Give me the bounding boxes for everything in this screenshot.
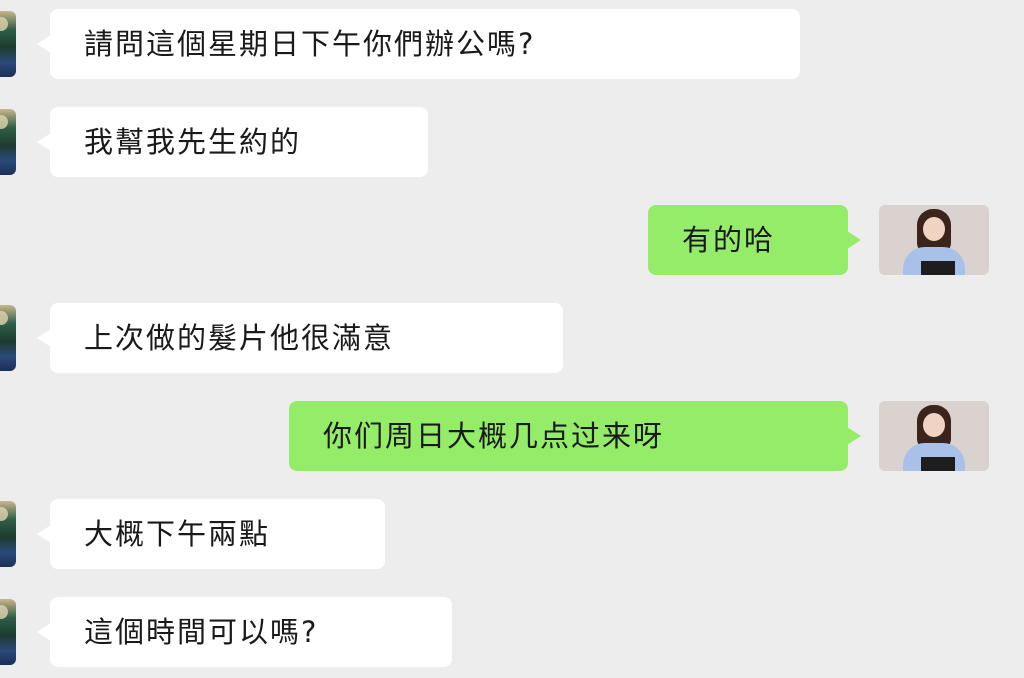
contact-avatar[interactable] (0, 599, 16, 665)
message-row-incoming: 大概下午兩點 (0, 499, 1024, 569)
message-bubble-incoming[interactable]: 我幫我先生約的 (37, 107, 428, 177)
message-row-incoming: 上次做的髮片他很滿意 (0, 303, 1024, 373)
message-bubble-incoming[interactable]: 這個時間可以嗎? (37, 597, 452, 667)
message-row-outgoing: 有的哈 (0, 205, 1024, 275)
message-bubble-incoming[interactable]: 請問這個星期日下午你們辦公嗎? (37, 9, 800, 79)
contact-avatar[interactable] (0, 11, 16, 77)
my-avatar[interactable] (879, 401, 989, 471)
avatar-skirt (921, 261, 955, 275)
avatar-skirt (921, 457, 955, 471)
my-avatar[interactable] (879, 205, 989, 275)
avatar-face (923, 413, 945, 437)
message-row-incoming: 我幫我先生約的 (0, 107, 1024, 177)
message-bubble-outgoing[interactable]: 你们周日大概几点过来呀 (289, 401, 861, 471)
message-bubble-incoming[interactable]: 上次做的髮片他很滿意 (37, 303, 563, 373)
contact-avatar[interactable] (0, 109, 16, 175)
message-row-outgoing: 你们周日大概几点过来呀 (0, 401, 1024, 471)
message-bubble-outgoing[interactable]: 有的哈 (648, 205, 861, 275)
chat-thread: 請問這個星期日下午你們辦公嗎? 我幫我先生約的 有的哈 上次做的髮片他很滿意 你… (0, 0, 1024, 678)
message-row-incoming: 請問這個星期日下午你們辦公嗎? (0, 9, 1024, 79)
avatar-face (923, 217, 945, 241)
message-bubble-incoming[interactable]: 大概下午兩點 (37, 499, 385, 569)
message-row-incoming: 這個時間可以嗎? (0, 597, 1024, 667)
contact-avatar[interactable] (0, 305, 16, 371)
contact-avatar[interactable] (0, 501, 16, 567)
